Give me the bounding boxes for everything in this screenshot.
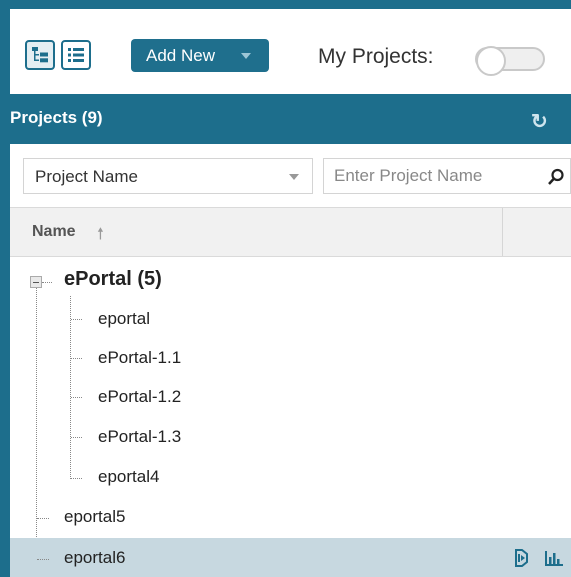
group-label: ePortal (5) — [64, 268, 162, 290]
project-tree: ePortal (5) eportal ePortal-1.1 ePortal-… — [10, 257, 571, 577]
chevron-down-icon — [289, 174, 299, 180]
bar-chart-icon[interactable] — [544, 549, 564, 567]
tree-item-label: eportal5 — [64, 507, 126, 526]
tree-connector — [71, 319, 82, 320]
sort-ascending-icon[interactable]: 🠕 — [97, 223, 104, 250]
refresh-icon[interactable]: ↻ — [531, 109, 548, 134]
list-view-button[interactable] — [61, 40, 91, 70]
tree-item-label: ePortal-1.1 — [98, 348, 182, 367]
toggle-knob — [476, 46, 506, 76]
tree-view-icon — [32, 47, 48, 63]
tree-item-label: eportal4 — [98, 467, 160, 486]
add-new-label: Add New — [146, 46, 215, 65]
tree-item-row[interactable]: ePortal-1.3 — [10, 417, 571, 456]
tree-connector — [71, 478, 82, 479]
tree-connector — [71, 397, 82, 398]
column-header-name[interactable]: Name — [32, 223, 76, 241]
chevron-down-icon — [241, 53, 251, 59]
filter-row: Project Name — [10, 144, 571, 207]
tree-connector — [71, 358, 82, 359]
my-projects-label: My Projects: — [318, 45, 434, 68]
tree-view-button[interactable] — [25, 40, 55, 70]
tree-item-label: ePortal-1.2 — [98, 387, 182, 406]
tree-connector — [71, 437, 82, 438]
column-divider[interactable] — [502, 208, 503, 256]
toolbar: Add New My Projects: — [10, 9, 571, 94]
collapse-icon[interactable] — [30, 276, 42, 288]
panel-title: Projects (9) — [10, 108, 103, 127]
tree-item-row[interactable]: eportal5 — [10, 497, 571, 536]
tree-group-row[interactable]: ePortal (5) — [10, 259, 571, 298]
tree-item-row[interactable]: eportal — [10, 299, 571, 338]
filter-field-value: Project Name — [35, 167, 138, 186]
tree-connector — [37, 518, 49, 519]
list-view-icon — [68, 48, 84, 62]
tree-item-row[interactable]: eportal4 — [10, 457, 571, 496]
filter-field-select[interactable]: Project Name — [23, 158, 313, 194]
my-projects-toggle[interactable] — [475, 46, 545, 76]
top-accent-strip — [0, 0, 571, 9]
tree-item-label: eportal — [98, 309, 150, 328]
search-input[interactable] — [323, 158, 571, 194]
add-new-button[interactable]: Add New — [131, 39, 269, 72]
tree-item-row[interactable]: ePortal-1.2 — [10, 377, 571, 416]
tree-connector — [42, 282, 52, 283]
tree-item-label: eportal6 — [64, 548, 126, 567]
tree-connector — [37, 559, 49, 560]
tree-item-row-selected[interactable]: eportal6 — [10, 538, 571, 577]
projects-panel-header: Projects (9) ↻ — [0, 94, 571, 144]
tree-item-row[interactable]: ePortal-1.1 — [10, 338, 571, 377]
project-details-icon[interactable] — [513, 549, 529, 567]
tree-item-label: ePortal-1.3 — [98, 427, 182, 446]
grid-header: Name 🠕 — [10, 207, 571, 257]
search-icon[interactable] — [547, 168, 565, 186]
